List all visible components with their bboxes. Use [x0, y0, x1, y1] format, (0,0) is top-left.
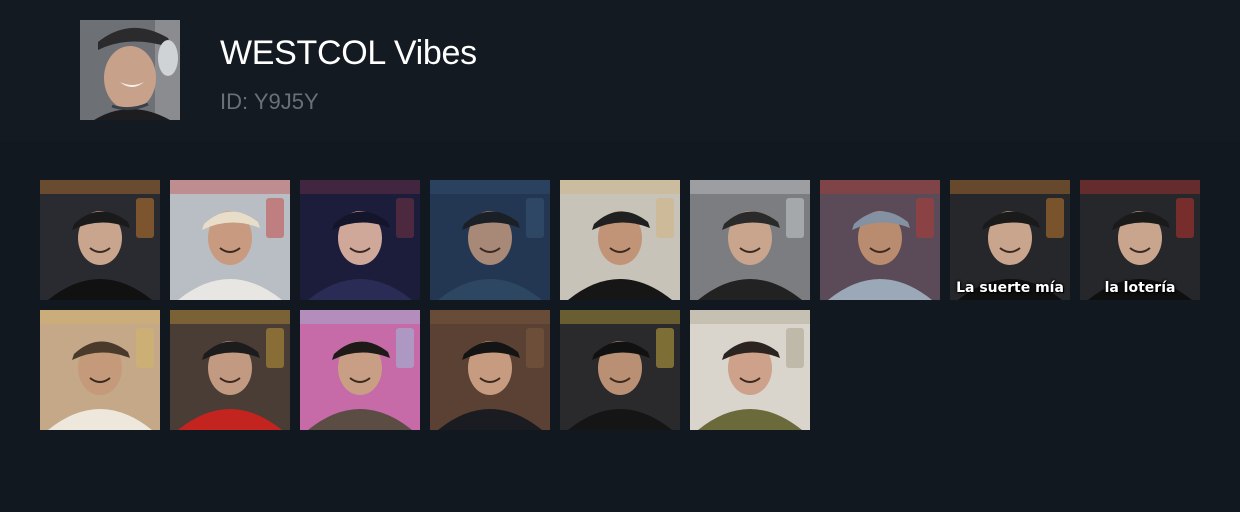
sticker-tile[interactable]: la lotería	[1080, 180, 1200, 300]
sticker-image	[40, 180, 160, 300]
sticker-tile[interactable]	[820, 180, 940, 300]
sticker-image	[690, 310, 810, 430]
sticker-caption: la lotería	[1104, 280, 1176, 296]
sticker-image	[40, 310, 160, 430]
sticker-tile[interactable]	[690, 310, 810, 430]
sticker-tile[interactable]	[40, 180, 160, 300]
sticker-tile[interactable]	[40, 310, 160, 430]
avatar-photo-icon	[80, 20, 180, 120]
sticker-caption: La suerte mía	[956, 280, 1064, 296]
sticker-image	[300, 310, 420, 430]
sticker-image	[430, 180, 550, 300]
sticker-grid: La suerte mía la lotería	[40, 180, 1210, 430]
sticker-tile[interactable]	[300, 180, 420, 300]
sticker-tile[interactable]	[560, 310, 680, 430]
sticker-image	[170, 310, 290, 430]
sticker-tile[interactable]	[300, 310, 420, 430]
channel-id: ID: Y9J5Y	[220, 89, 319, 114]
sticker-tile[interactable]	[170, 310, 290, 430]
sticker-tile[interactable]: La suerte mía	[950, 180, 1070, 300]
channel-header: WESTCOL Vibes ID: Y9J5Y	[0, 0, 1240, 141]
sticker-image	[690, 180, 810, 300]
sticker-tile[interactable]	[430, 310, 550, 430]
sticker-tile[interactable]	[690, 180, 810, 300]
sticker-image	[430, 310, 550, 430]
sticker-image	[820, 180, 940, 300]
sticker-image	[170, 180, 290, 300]
sticker-image	[560, 180, 680, 300]
sticker-tile[interactable]	[560, 180, 680, 300]
sticker-tile[interactable]	[170, 180, 290, 300]
sticker-image	[300, 180, 420, 300]
sticker-image	[560, 310, 680, 430]
sticker-tile[interactable]	[430, 180, 550, 300]
channel-title: WESTCOL Vibes	[220, 34, 477, 72]
channel-avatar[interactable]	[80, 20, 180, 120]
